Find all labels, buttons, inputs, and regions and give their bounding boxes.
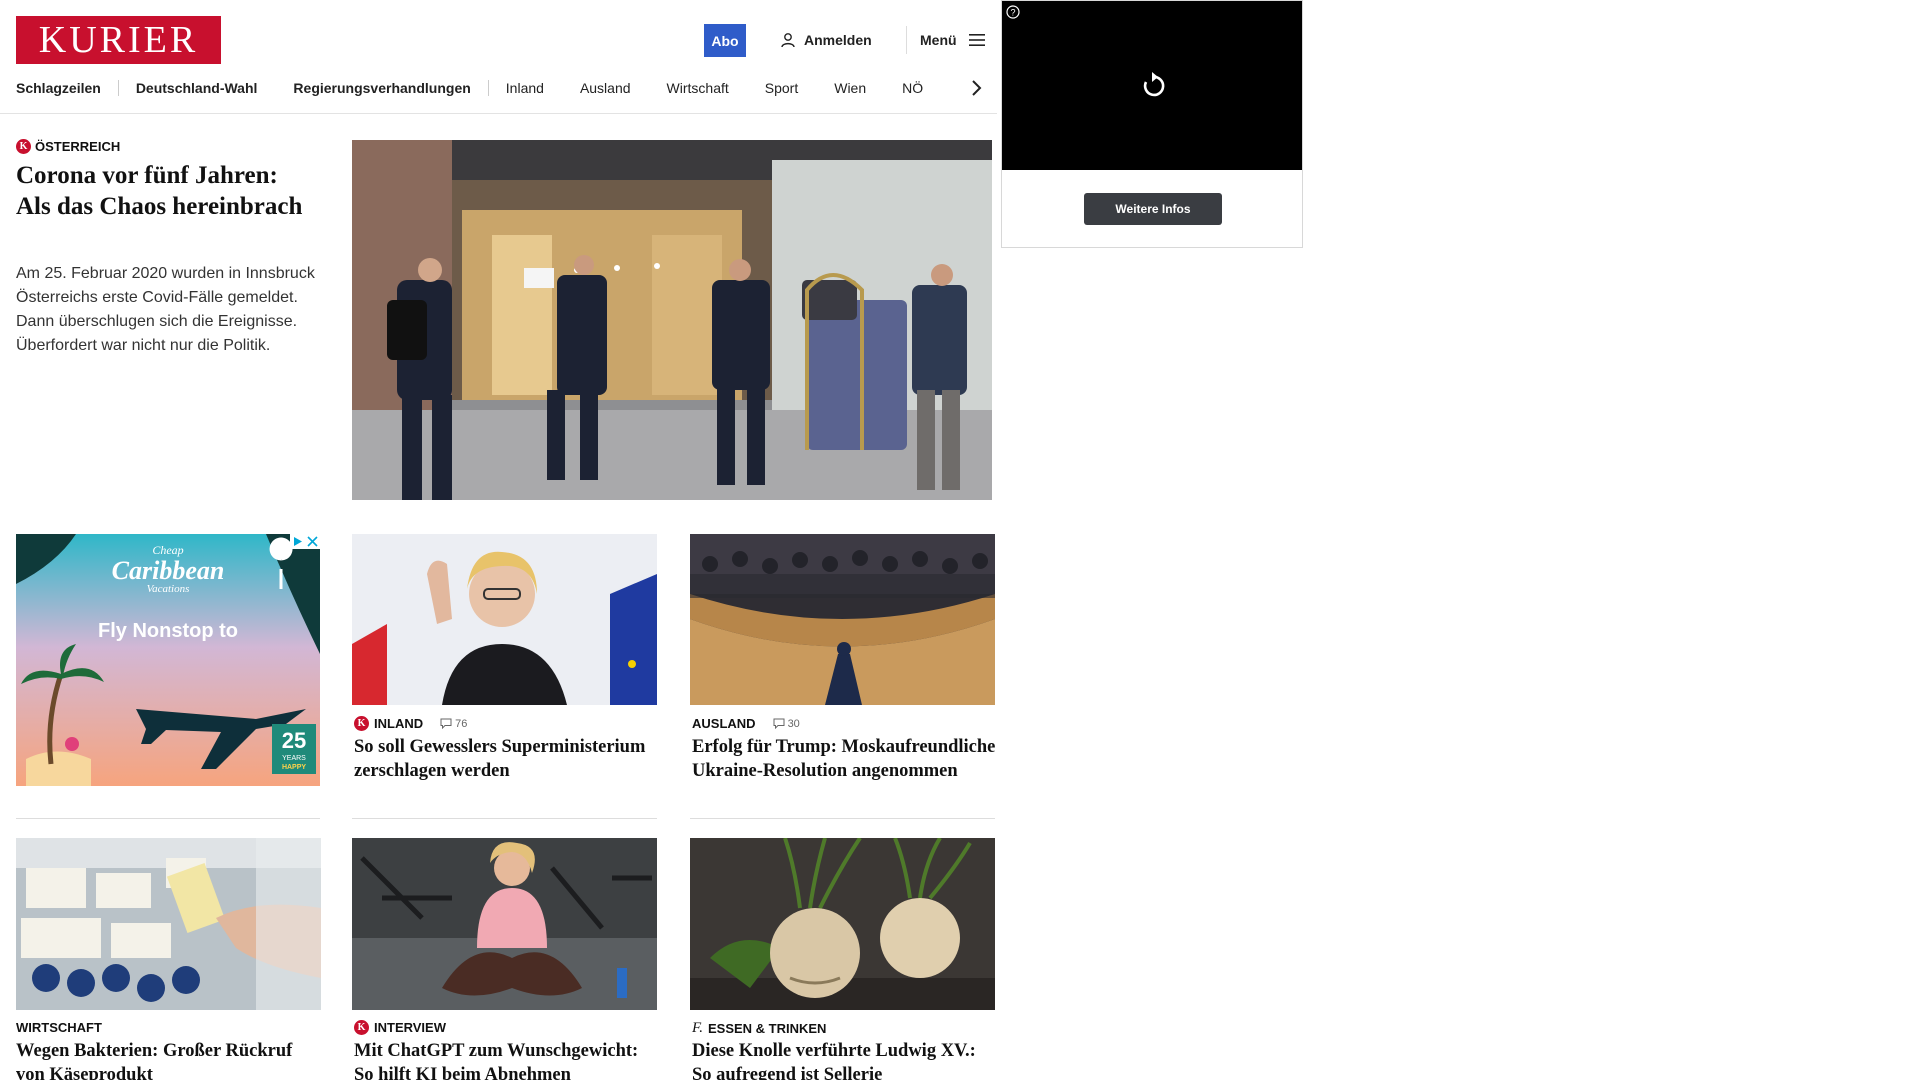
comment-icon — [440, 718, 452, 729]
replay-icon[interactable] — [1138, 71, 1168, 101]
nav-item-wien[interactable]: Wien — [834, 80, 866, 96]
caribbean-ad[interactable]: Cheap Caribbean Vacations Fly Nonstop to… — [16, 534, 320, 786]
kurier-k-icon: K — [354, 716, 369, 731]
chevron-right-icon[interactable] — [966, 78, 986, 98]
ad-brand-line1: Cheap — [152, 543, 183, 557]
ad-headline: Fly Nonstop to — [98, 620, 238, 642]
card-kicker-label: Wirtschaft — [16, 1020, 102, 1035]
card-image-essen[interactable] — [690, 838, 995, 1010]
ad-brand-line3: Vacations — [147, 583, 190, 595]
card-kicker-essen[interactable]: f. Essen & Trinken — [692, 1020, 826, 1037]
ad-badge-text1: YEARS — [282, 755, 306, 762]
user-icon — [781, 33, 795, 48]
hero-kicker[interactable]: K Österreich — [16, 139, 120, 154]
hero-headline[interactable]: Corona vor fünf Jahren: Als das Chaos he… — [16, 160, 316, 222]
card-headline-interview[interactable]: Mit ChatGPT zum Wunschgewicht: So hilft … — [354, 1039, 659, 1080]
nav-divider — [117, 80, 119, 96]
card-kicker-wirtschaft[interactable]: Wirtschaft — [16, 1020, 102, 1035]
nav-item-regierungsverhandlungen[interactable]: Regierungsverhandlungen — [293, 80, 470, 96]
kurier-k-icon: K — [16, 139, 31, 154]
card-divider — [16, 818, 320, 819]
close-icon[interactable] — [305, 534, 320, 549]
nav-item-ausland[interactable]: Ausland — [580, 80, 631, 96]
ad-brand-line2: Caribbean — [112, 556, 225, 585]
card-divider — [690, 818, 995, 819]
menu-icon — [968, 34, 985, 46]
nav-item-noe[interactable]: NÖ — [902, 80, 923, 96]
login-label: Anmelden — [804, 32, 872, 48]
hero-kicker-label: Österreich — [35, 139, 121, 154]
comment-count[interactable]: 76 — [440, 718, 467, 730]
card-kicker-label: Interview — [374, 1020, 446, 1035]
nav-item-inland[interactable]: Inland — [506, 80, 544, 96]
card-kicker-label: Inland — [374, 716, 424, 731]
nav-item-wirtschaft[interactable]: Wirtschaft — [667, 80, 729, 96]
card-kicker-interview[interactable]: K Interview — [354, 1020, 446, 1035]
card-image-wirtschaft[interactable] — [16, 838, 321, 1010]
svg-text:?: ? — [1010, 8, 1015, 18]
card-kicker-label: Essen & Trinken — [707, 1021, 827, 1036]
nav-item-sport[interactable]: Sport — [765, 80, 798, 96]
video-ad: ? Weitere Infos — [1001, 0, 1303, 248]
comment-icon — [773, 718, 785, 729]
card-image-interview[interactable] — [352, 838, 657, 1010]
nav-item-deutschland-wahl[interactable]: Deutschland-Wahl — [136, 80, 258, 96]
card-image-inland[interactable] — [352, 534, 657, 705]
kurier-k-icon: K — [354, 1020, 369, 1035]
card-headline-wirtschaft[interactable]: Wegen Bakterien: Großer Rückruf von Käse… — [16, 1039, 321, 1080]
comment-count[interactable]: 30 — [773, 718, 800, 730]
site-header: KURIER Abo Anmelden Menü Schlagzeilen De… — [0, 0, 997, 114]
adchoices-icon[interactable] — [290, 534, 305, 549]
menu-label: Menü — [920, 32, 957, 48]
hero-image[interactable] — [352, 140, 992, 500]
help-icon[interactable]: ? — [1006, 5, 1020, 19]
card-kicker-ausland[interactable]: Ausland 30 — [692, 716, 800, 731]
comment-count-value: 76 — [455, 717, 468, 730]
comment-count-value: 30 — [787, 717, 800, 730]
ad-video-player[interactable]: ? — [1002, 1, 1302, 170]
nav-divider — [487, 80, 489, 96]
main-navigation: Schlagzeilen Deutschland-Wahl Regierungs… — [16, 76, 923, 100]
card-headline-inland[interactable]: So soll Gewesslers Superministerium zers… — [354, 735, 659, 783]
card-kicker-inland[interactable]: K Inland 76 — [354, 716, 467, 731]
abo-button[interactable]: Abo — [704, 24, 746, 57]
kurier-logo[interactable]: KURIER — [16, 16, 221, 64]
login-button[interactable]: Anmelden — [780, 28, 872, 52]
ad-badge-text2: HAPPY — [282, 764, 306, 771]
card-kicker-label: Ausland — [692, 716, 756, 731]
ad-badge-number: 25 — [282, 728, 306, 753]
menu-button[interactable]: Menü — [920, 28, 985, 52]
card-headline-ausland[interactable]: Erfolg für Trump: Moskaufreundliche Ukra… — [692, 735, 997, 783]
card-divider — [352, 818, 657, 819]
nav-item-schlagzeilen[interactable]: Schlagzeilen — [16, 80, 101, 96]
header-divider — [906, 26, 907, 54]
hero-teaser[interactable]: Am 25. Februar 2020 wurden in Innsbruck … — [16, 262, 326, 358]
fine-dining-f-icon: f. — [692, 1020, 703, 1036]
card-image-ausland[interactable] — [690, 534, 995, 705]
card-headline-essen[interactable]: Diese Knolle verführte Ludwig XV.: So au… — [692, 1039, 997, 1080]
ad-more-info-button[interactable]: Weitere Infos — [1084, 193, 1222, 225]
